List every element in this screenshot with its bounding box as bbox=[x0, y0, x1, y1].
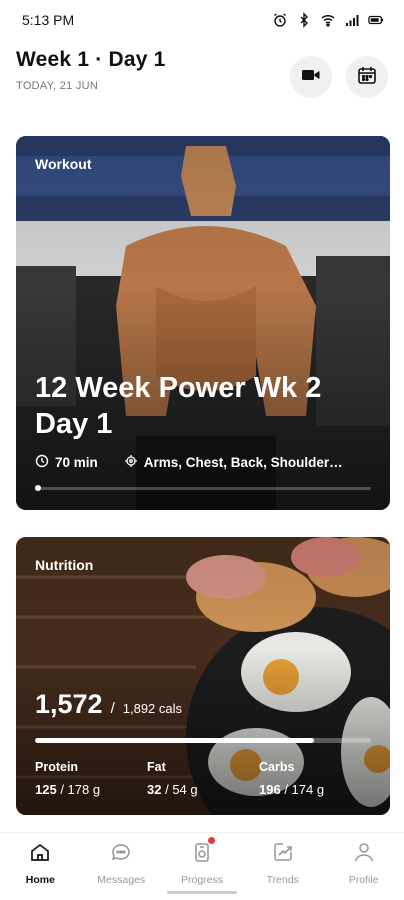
trends-icon bbox=[272, 841, 294, 868]
nav-label: Progress bbox=[180, 874, 223, 886]
calorie-progress-fill bbox=[35, 738, 314, 743]
gesture-bar bbox=[167, 891, 237, 894]
calorie-summary: 1,572 / 1,892 cals bbox=[35, 689, 183, 719]
wifi-icon bbox=[320, 12, 336, 28]
clock-icon bbox=[35, 454, 49, 471]
nav-profile[interactable]: Profile bbox=[323, 833, 404, 900]
chat-bubble-icon bbox=[110, 841, 132, 868]
workout-card[interactable]: Workout 12 Week Power Wk 2 Day 1 70 min … bbox=[16, 136, 390, 510]
nav-home[interactable]: Home bbox=[0, 833, 81, 900]
workout-meta: 70 min Arms, Chest, Back, Shoulder… bbox=[35, 454, 343, 471]
nav-progress[interactable]: Progress bbox=[162, 833, 243, 900]
calendar-button[interactable] bbox=[346, 56, 388, 98]
workout-progress bbox=[35, 485, 371, 491]
page-header: Week 1 · Day 1 TODAY, 21 JUN bbox=[16, 48, 388, 108]
nutrition-label: Nutrition bbox=[35, 557, 94, 573]
macro-fat: Fat 32 / 54 g bbox=[147, 760, 259, 797]
signal-icon bbox=[344, 12, 360, 28]
workout-label: Workout bbox=[35, 156, 92, 172]
nav-trends[interactable]: Trends bbox=[242, 833, 323, 900]
notification-badge bbox=[207, 837, 215, 844]
workout-progress-indicator bbox=[35, 485, 41, 491]
header-actions bbox=[290, 56, 388, 98]
nav-label: Trends bbox=[266, 874, 299, 886]
workout-muscles: Arms, Chest, Back, Shoulder… bbox=[143, 455, 343, 470]
macro-name: Carbs bbox=[259, 760, 295, 774]
macro-current: 32 bbox=[147, 782, 162, 797]
macro-name: Protein bbox=[35, 760, 79, 774]
macros: Protein 125 / 178 g Fat 32 / 54 g Carbs … bbox=[35, 760, 371, 797]
profile-icon bbox=[353, 841, 375, 868]
home-icon bbox=[29, 841, 51, 868]
macro-protein: Protein 125 / 178 g bbox=[35, 760, 147, 797]
status-bar: 5:13 PM bbox=[0, 0, 404, 40]
macro-goal: 54 g bbox=[172, 782, 198, 797]
macro-carbs: Carbs 196 / 174 g bbox=[259, 760, 371, 797]
target-icon bbox=[124, 454, 138, 471]
workout-title: 12 Week Power Wk 2 Day 1 bbox=[35, 372, 322, 440]
macro-current: 125 bbox=[35, 782, 57, 797]
macro-current: 196 bbox=[259, 782, 281, 797]
macro-goal: 178 g bbox=[67, 782, 101, 797]
nutrition-card[interactable]: Nutrition 1,572 / 1,892 cals Protein 125… bbox=[16, 537, 390, 815]
status-icons bbox=[272, 12, 384, 28]
status-time: 5:13 PM bbox=[22, 12, 75, 28]
battery-icon bbox=[368, 12, 384, 28]
alarm-icon bbox=[272, 12, 288, 28]
video-camera-icon bbox=[300, 64, 322, 91]
calendar-icon bbox=[356, 64, 378, 91]
calories-goal: 1,892 cals bbox=[122, 701, 183, 716]
nav-label: Home bbox=[25, 874, 55, 886]
progress-icon bbox=[191, 841, 213, 868]
bottom-nav: Home Messages Progress Trends Profile bbox=[0, 832, 404, 900]
calorie-progress-bar bbox=[35, 738, 371, 743]
macro-name: Fat bbox=[147, 760, 166, 774]
nav-label: Messages bbox=[97, 874, 146, 886]
calories-current: 1,572 bbox=[35, 689, 103, 719]
video-button[interactable] bbox=[290, 56, 332, 98]
nav-messages[interactable]: Messages bbox=[81, 833, 162, 900]
macro-goal: 174 g bbox=[291, 782, 325, 797]
nav-label: Profile bbox=[348, 874, 379, 886]
bluetooth-icon bbox=[296, 12, 312, 28]
workout-duration: 70 min bbox=[55, 455, 98, 470]
